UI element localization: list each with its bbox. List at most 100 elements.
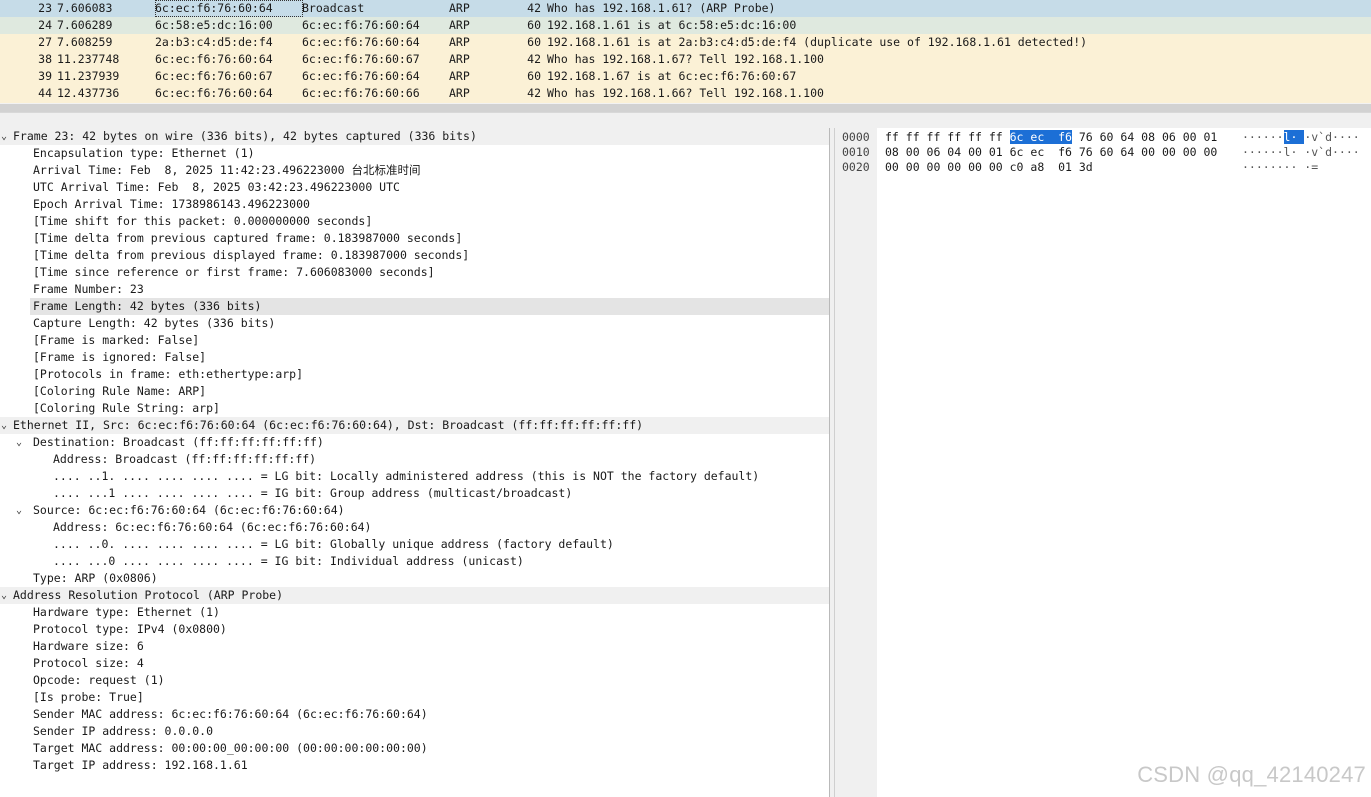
packet-destination: 6c:ec:f6:76:60:64 (302, 18, 420, 32)
tree-line[interactable]: [Coloring Rule String: arp] (0, 400, 829, 417)
packet-source: 6c:ec:f6:76:60:64 (155, 52, 273, 66)
packet-source: 6c:58:e5:dc:16:00 (155, 18, 273, 32)
tree-line[interactable]: [Frame is marked: False] (0, 332, 829, 349)
tree-line[interactable]: .... ..1. .... .... .... .... = LG bit: … (0, 468, 829, 485)
expand-arrow-icon[interactable]: ⌄ (1, 128, 7, 145)
packet-protocol: ARP (449, 69, 470, 83)
byte-ascii[interactable]: ······l· ·v`d···· (1242, 144, 1360, 160)
tree-line[interactable]: Target IP address: 192.168.1.61 (0, 757, 829, 774)
tree-line[interactable]: Type: ARP (0x0806) (0, 570, 829, 587)
byte-offset: 0020 (842, 160, 870, 174)
packet-row[interactable]: 27 7.608259 2a:b3:c4:d5:de:f4 6c:ec:f6:76:6… (0, 34, 1371, 51)
packet-number: 27 (38, 35, 52, 49)
tree-line[interactable]: Epoch Arrival Time: 1738986143.496223000 (0, 196, 829, 213)
tree-line[interactable]: [Protocols in frame: eth:ethertype:arp] (0, 366, 829, 383)
byte-hex[interactable]: 00 00 00 00 00 00 c0 a8 01 3d (885, 159, 1093, 175)
packet-protocol: ARP (449, 86, 470, 100)
byte-offset: 0000 (842, 130, 870, 144)
packet-destination: Broadcast (302, 1, 365, 15)
packet-row[interactable]: 24 7.606289 6c:58:e5:dc:16:00 6c:ec:f6:76:6… (0, 17, 1371, 34)
tree-frame-label: Frame 23: 42 bytes on wire (336 bits), 4… (13, 129, 477, 143)
packet-info: Who has 192.168.1.66? Tell 192.168.1.100 (547, 86, 824, 100)
bytes-row[interactable]: 0020 00 00 00 00 00 00 c0 a8 01 3d ·····… (835, 159, 1318, 175)
watermark: CSDN @qq_42140247 (1137, 762, 1366, 787)
packet-destination: 6c:ec:f6:76:60:64 (302, 69, 420, 83)
packet-list[interactable]: 23 7.606083 6c:ec:f6:76:60:64 Broadcast ARP 4… (0, 0, 1371, 103)
packet-protocol: ARP (449, 52, 470, 66)
tree-arp-header[interactable]: ⌄ Address Resolution Protocol (ARP Probe… (0, 587, 829, 604)
tree-line[interactable]: [Time delta from previous displayed fram… (0, 247, 829, 264)
tree-line[interactable]: Capture Length: 42 bytes (336 bits) (0, 315, 829, 332)
packet-details-pane[interactable]: ⌄ Frame 23: 42 bytes on wire (336 bits),… (0, 128, 830, 797)
byte-ascii-highlight[interactable]: l· (1283, 130, 1305, 144)
tree-source[interactable]: ⌄ Source: 6c:ec:f6:76:60:64 (6c:ec:f6:76… (0, 502, 829, 519)
packet-number: 24 (38, 18, 52, 32)
packet-source: 6c:ec:f6:76:60:64 (155, 86, 273, 100)
tree-line[interactable]: Sender MAC address: 6c:ec:f6:76:60:64 (6… (0, 706, 829, 723)
tree-destination[interactable]: ⌄ Destination: Broadcast (ff:ff:ff:ff:ff… (0, 434, 829, 451)
byte-ascii[interactable]: ········ ·= (1242, 159, 1318, 175)
packet-length: 60 (527, 35, 541, 49)
byte-hex[interactable]: 08 00 06 04 00 01 6c ec f6 76 60 64 00 0… (885, 144, 1217, 160)
packet-info: Who has 192.168.1.61? (ARP Probe) (547, 1, 776, 15)
tree-line[interactable]: [Time shift for this packet: 0.000000000… (0, 213, 829, 230)
packet-destination: 6c:ec:f6:76:60:67 (302, 52, 420, 66)
byte-hex[interactable]: ff ff ff ff ff ff 6c ec f6 76 60 64 08 0… (885, 129, 1217, 145)
byte-ascii[interactable]: ······l· ·v`d···· (1242, 129, 1360, 145)
tree-line[interactable]: Protocol type: IPv4 (0x0800) (0, 621, 829, 638)
tree-line[interactable]: Address: 6c:ec:f6:76:60:64 (6c:ec:f6:76:… (0, 519, 829, 536)
tree-line[interactable]: Opcode: request (1) (0, 672, 829, 689)
tree-line[interactable]: Target MAC address: 00:00:00_00:00:00 (0… (0, 740, 829, 757)
tree-line[interactable]: [Coloring Rule Name: ARP] (0, 383, 829, 400)
bytes-row[interactable]: 0010 08 00 06 04 00 01 6c ec f6 76 60 64… (835, 144, 1360, 160)
tree-frame-header[interactable]: ⌄ Frame 23: 42 bytes on wire (336 bits),… (0, 128, 829, 145)
tree-line-selected[interactable]: Frame Length: 42 bytes (336 bits) (0, 298, 829, 315)
packet-length: 42 (527, 52, 541, 66)
byte-hex-highlight[interactable]: 6c ec f6 (1009, 130, 1072, 144)
tree-line[interactable]: [Time since reference or first frame: 7.… (0, 264, 829, 281)
packet-number: 23 (38, 1, 52, 15)
packet-time: 12.437736 (57, 86, 120, 100)
tree-arp-label: Address Resolution Protocol (ARP Probe) (13, 588, 284, 602)
pane-splitter-horizontal[interactable] (0, 112, 1371, 129)
tree-ethernet-label: Ethernet II, Src: 6c:ec:f6:76:60:64 (6c:… (13, 418, 644, 432)
packet-time: 11.237748 (57, 52, 120, 66)
packet-time: 7.606083 (57, 1, 113, 15)
tree-line[interactable]: UTC Arrival Time: Feb 8, 2025 03:42:23.4… (0, 179, 829, 196)
tree-line[interactable]: Hardware type: Ethernet (1) (0, 604, 829, 621)
packet-row-selected[interactable]: 23 7.606083 6c:ec:f6:76:60:64 Broadcast ARP 4… (0, 0, 1371, 17)
tree-line[interactable]: [Frame is ignored: False] (0, 349, 829, 366)
tree-line[interactable]: Address: Broadcast (ff:ff:ff:ff:ff:ff) (0, 451, 829, 468)
tree-ethernet-header[interactable]: ⌄ Ethernet II, Src: 6c:ec:f6:76:60:64 (6… (0, 417, 829, 434)
packet-row[interactable]: 38 11.237748 6c:ec:f6:76:60:64 6c:ec:f6:76:… (0, 51, 1371, 68)
packet-time: 11.237939 (57, 69, 120, 83)
packet-list-scroll-thumb[interactable] (0, 104, 1371, 112)
tree-line[interactable]: Encapsulation type: Ethernet (1) (0, 145, 829, 162)
tree-line[interactable]: [Is probe: True] (0, 689, 829, 706)
bytes-row[interactable]: 0000 ff ff ff ff ff ff 6c ec f6 76 60 64… (835, 129, 1360, 145)
expand-arrow-icon[interactable]: ⌄ (16, 502, 22, 519)
packet-row[interactable]: 39 11.237939 6c:ec:f6:76:60:67 6c:ec:f6:76:… (0, 68, 1371, 85)
tree-line[interactable]: Arrival Time: Feb 8, 2025 11:42:23.49622… (0, 162, 829, 179)
packet-time: 7.606289 (57, 18, 113, 32)
packet-source: 6c:ec:f6:76:60:67 (155, 69, 273, 83)
packet-info: 192.168.1.67 is at 6c:ec:f6:76:60:67 (547, 69, 797, 83)
tree-line[interactable]: .... ...0 .... .... .... .... = IG bit: … (0, 553, 829, 570)
tree-line[interactable]: Hardware size: 6 (0, 638, 829, 655)
tree-line[interactable]: Frame Number: 23 (0, 281, 829, 298)
tree-line[interactable]: Sender IP address: 0.0.0.0 (0, 723, 829, 740)
tree-line[interactable]: .... ...1 .... .... .... .... = IG bit: … (0, 485, 829, 502)
tree-line[interactable]: .... ..0. .... .... .... .... = LG bit: … (0, 536, 829, 553)
tree-line[interactable]: Protocol size: 4 (0, 655, 829, 672)
expand-arrow-icon[interactable]: ⌄ (1, 587, 7, 604)
packet-number: 39 (38, 69, 52, 83)
packet-destination: 6c:ec:f6:76:60:64 (302, 35, 420, 49)
packet-bytes-pane[interactable]: 0000 ff ff ff ff ff ff 6c ec f6 76 60 64… (834, 128, 1371, 797)
expand-arrow-icon[interactable]: ⌄ (1, 417, 7, 434)
expand-arrow-icon[interactable]: ⌄ (16, 434, 22, 451)
packet-number: 38 (38, 52, 52, 66)
packet-protocol: ARP (449, 1, 470, 15)
tree-line[interactable]: [Time delta from previous captured frame… (0, 230, 829, 247)
packet-length: 42 (527, 1, 541, 15)
packet-row[interactable]: 44 12.437736 6c:ec:f6:76:60:64 6c:ec:f6:76:… (0, 85, 1371, 102)
